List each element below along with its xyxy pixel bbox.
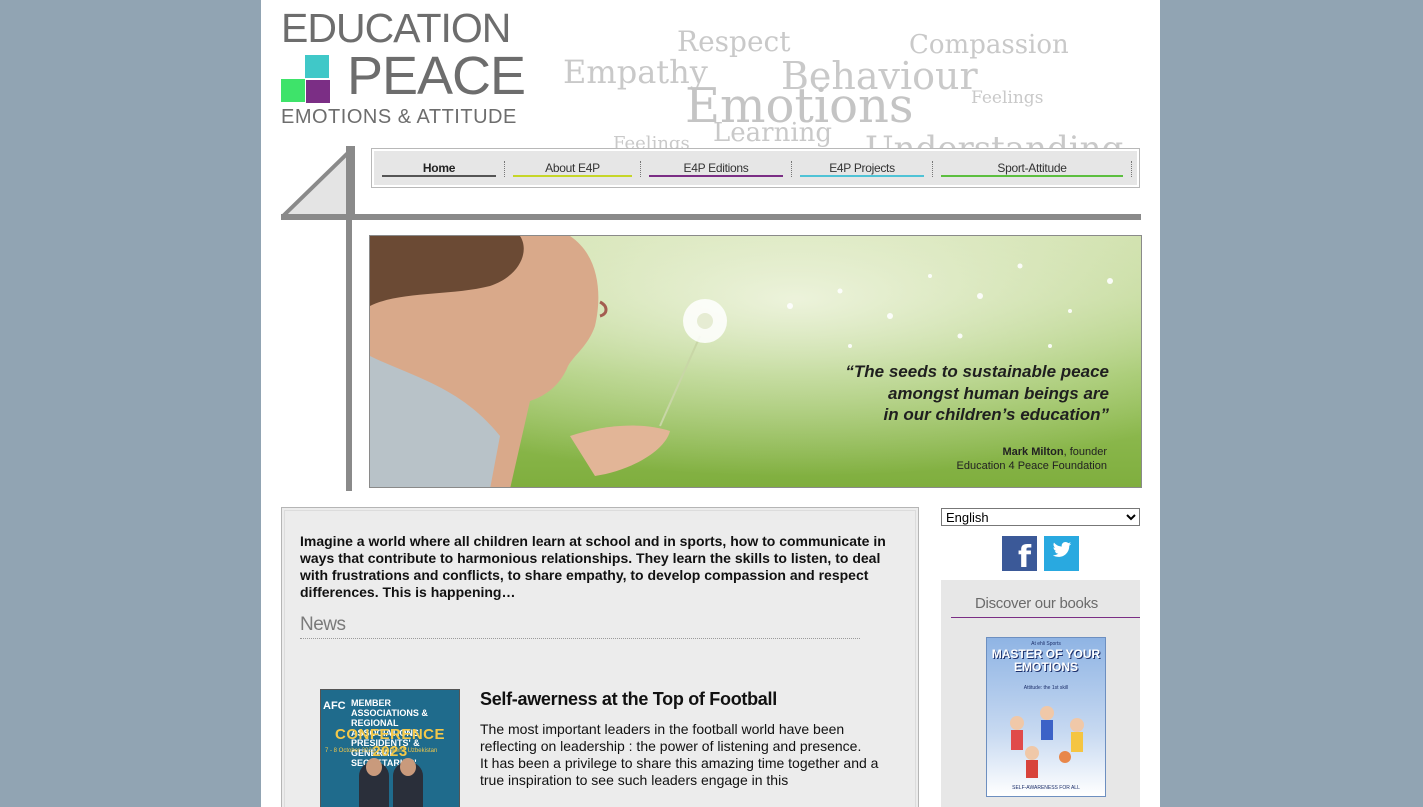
news-body-paragraph: It has been a privilege to share this am… [480, 755, 879, 788]
logo-line-peace: PEACE [347, 46, 526, 106]
nav-projects-underline [800, 175, 924, 177]
nav-sport-attitude-underline [941, 175, 1123, 177]
main-content-panel: Imagine a world where all children learn… [281, 507, 919, 807]
nav-about-underline [513, 175, 632, 177]
news-item-title[interactable]: Self-awerness at the Top of Football [480, 689, 777, 710]
nav-home-label: Home [422, 161, 456, 175]
nav-separator [1131, 161, 1132, 177]
logo-line-education: EDUCATION [281, 5, 511, 51]
person-head [366, 758, 382, 776]
news-thumbnail[interactable]: AFC MEMBER ASSOCIATIONS & REGIONAL ASSOC… [320, 689, 460, 807]
page: EDUCATION PEACE EMOTIONS & ATTITUDE Resp… [261, 0, 1160, 807]
books-heading: Discover our books [975, 595, 1098, 612]
main-nav: Home About E4P E4P Editions E4P Projects… [371, 148, 1140, 188]
cloud-word-respect: Respect [677, 25, 791, 58]
nav-about-label: About E4P [545, 161, 600, 175]
cloud-word-learning: Learning [713, 118, 833, 148]
nav-editions-underline [649, 175, 783, 177]
nav-sport-attitude-label: Sport-Attitude [997, 161, 1067, 175]
hero-quote-line: “The seeds to sustainable peace [845, 362, 1109, 381]
hero-banner: “The seeds to sustainable peace amongst … [369, 235, 1142, 488]
book-footer: SELF-AWARENESS FOR ALL [1012, 785, 1080, 791]
book-title: MASTER OF YOUR EMOTIONS [991, 647, 1101, 674]
intro-text: Imagine a world where all children learn… [300, 533, 886, 600]
logo-tagline: EMOTIONS & ATTITUDE [281, 106, 517, 128]
nav-editions-label: E4P Editions [683, 161, 749, 175]
nav-projects-label: E4P Projects [829, 161, 895, 175]
facebook-icon: f [1017, 540, 1031, 575]
person-head [400, 758, 416, 776]
news-item-body: The most important leaders in the footba… [480, 721, 880, 789]
nav-editions[interactable]: E4P Editions [641, 151, 791, 185]
header-divider [281, 214, 1141, 220]
book-subtitle: Attitude: the 1st skill [1023, 685, 1069, 691]
cloud-word-feelings: Feelings [971, 88, 1044, 108]
decorative-four-graphic [281, 146, 355, 491]
thumb-conference-title: CONFERENCE 2023 [334, 726, 445, 760]
books-panel: Discover our books At ehli Sports MASTER… [941, 580, 1140, 807]
hero-author-name: Mark Milton [1002, 446, 1064, 458]
nav-sport-attitude[interactable]: Sport-Attitude [933, 151, 1131, 185]
hero-author-role: , founder [1063, 446, 1107, 458]
logo-four-icon [281, 55, 333, 105]
facebook-link[interactable]: f [1002, 536, 1037, 575]
nav-home-underline [382, 175, 496, 177]
news-divider [300, 638, 860, 639]
nav-home[interactable]: Home [374, 151, 504, 185]
twitter-icon [1052, 540, 1072, 564]
news-body-paragraph: The most important leaders in the footba… [480, 721, 862, 754]
book-illustration [1010, 706, 1084, 778]
twitter-link[interactable] [1044, 536, 1079, 571]
hero-author-org: Education 4 Peace Foundation [956, 460, 1107, 472]
hero-quote: “The seeds to sustainable peace amongst … [845, 361, 1109, 426]
book-cover[interactable]: At ehli Sports MASTER OF YOUR EMOTIONS A… [986, 637, 1106, 797]
hero-author: Mark Milton, founder Education 4 Peace F… [957, 445, 1107, 473]
thumb-dates: 7 - 8 October 2023 · Tashkent, Uzbekista… [325, 748, 438, 754]
hero-quote-line: in our children’s education” [883, 405, 1109, 424]
language-select[interactable]: English [941, 508, 1140, 526]
books-divider [951, 617, 1140, 618]
site-logo[interactable]: EDUCATION PEACE EMOTIONS & ATTITUDE [281, 8, 526, 128]
news-heading: News [300, 614, 346, 635]
nav-about[interactable]: About E4P [505, 151, 640, 185]
hero-quote-line: amongst human beings are [887, 383, 1109, 403]
nav-projects[interactable]: E4P Projects [792, 151, 932, 185]
